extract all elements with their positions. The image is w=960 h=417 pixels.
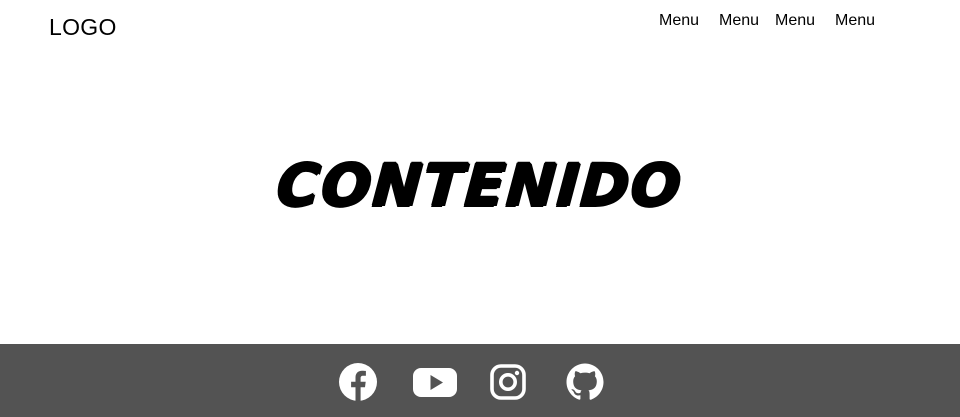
facebook-icon[interactable] <box>336 362 380 402</box>
menu-item-4[interactable]: Menu <box>835 11 875 31</box>
menu-item-1[interactable]: Menu <box>659 11 699 31</box>
site-footer <box>0 344 960 417</box>
content-title: CONTENIDO <box>275 151 685 219</box>
github-icon[interactable] <box>563 362 607 402</box>
menu-item-2[interactable]: Menu <box>719 11 759 31</box>
main-content: CONTENIDO <box>0 130 960 240</box>
menu-item-3[interactable]: Menu <box>775 11 815 31</box>
youtube-icon[interactable] <box>413 362 457 402</box>
main-menu: Menu Menu Menu Menu <box>0 11 960 31</box>
instagram-icon[interactable] <box>486 362 530 402</box>
page: LOGO Menu Menu Menu Menu CONTENIDO <box>0 0 960 417</box>
